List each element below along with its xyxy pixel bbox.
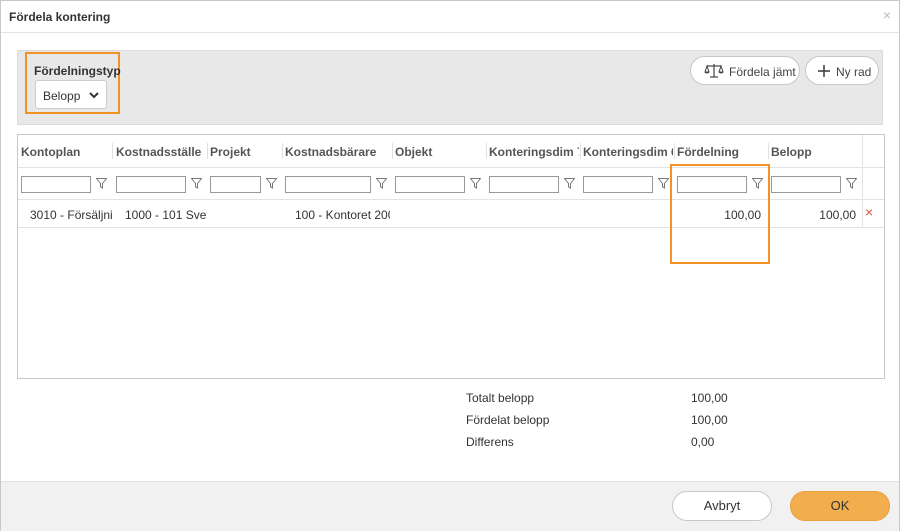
filter-icon[interactable] [376,178,387,189]
dialog-titlebar: Fördela kontering × [1,1,899,33]
column-divider [486,143,487,159]
fordelningstyp-select[interactable]: Belopp [35,80,107,109]
filter-icon[interactable] [658,178,669,189]
fordelningstyp-highlight: Fördelningstyp Belopp [25,52,121,114]
cell-kostnadsbarare[interactable]: 100 - Kontoret 200 [295,208,390,222]
action-column-divider [862,135,863,228]
column-divider [768,143,769,159]
cell-kostnadsstalle[interactable]: 1000 - 101 Sven A [125,208,206,222]
fordelning-column-highlight [670,164,770,264]
column-header-belopp[interactable]: Belopp [771,145,859,159]
delete-row-icon[interactable]: × [865,204,873,220]
column-divider [392,143,393,159]
fordelningstyp-value: Belopp [43,89,81,103]
filter-icon[interactable] [470,178,481,189]
dialog-footer: Avbryt OK [1,481,899,531]
column-divider [580,143,581,159]
cancel-button[interactable]: Avbryt [672,491,772,521]
toolbar: Fördelningstyp Belopp Fördela jämt Ny ra… [17,50,883,125]
fordela-jamt-button[interactable]: Fördela jämt [690,56,800,85]
fordelningstyp-label: Fördelningstyp [34,64,121,78]
summary-difference-value: 0,00 [691,435,715,449]
fordela-jamt-label: Fördela jämt [729,65,796,79]
filter-input-konteringsdim-6[interactable] [583,176,653,193]
fordela-kontering-dialog: Fördela kontering × Fördelningstyp Belop… [0,0,900,531]
filter-input-kostnadsbarare[interactable] [285,176,371,193]
chevron-down-icon [89,92,99,99]
filter-icon[interactable] [191,178,202,189]
column-header-konteringsdim-7[interactable]: Konteringsdim 7 [489,145,579,159]
column-divider [112,143,113,159]
filter-icon[interactable] [846,178,857,189]
cell-kontoplan[interactable]: 3010 - Försäljning [30,208,112,222]
plus-icon [818,65,830,77]
filter-input-kontoplan[interactable] [21,176,91,193]
column-header-objekt[interactable]: Objekt [395,145,483,159]
summary-distributed-label: Fördelat belopp [466,413,550,427]
filter-icon[interactable] [266,178,277,189]
ny-rad-label: Ny rad [836,65,872,79]
summary-total-label: Totalt belopp [466,391,535,405]
filter-input-projekt[interactable] [210,176,261,193]
filter-input-kostnadsstalle[interactable] [116,176,186,193]
cell-belopp[interactable]: 100,00 [771,208,856,222]
summary-difference-label: Differens [466,435,514,449]
filter-input-objekt[interactable] [395,176,465,193]
summary-distributed-value: 100,00 [691,413,728,427]
ny-rad-button[interactable]: Ny rad [805,56,879,85]
column-divider [282,143,283,159]
column-header-konteringsdim-6[interactable]: Konteringsdim 6 [583,145,673,159]
summary-total-value: 100,00 [691,391,728,405]
column-divider [207,143,208,159]
column-header-kostnadsbarare[interactable]: Kostnadsbärare [285,145,390,159]
dialog-title: Fördela kontering [9,10,111,24]
column-header-kostnadsstalle[interactable]: Kostnadsställe [116,145,204,159]
filter-icon[interactable] [564,178,575,189]
column-divider [674,143,675,159]
column-header-fordelning[interactable]: Fördelning [677,145,765,159]
filter-input-konteringsdim-7[interactable] [489,176,559,193]
close-icon[interactable]: × [883,7,891,23]
scale-icon [704,64,724,78]
ok-button[interactable]: OK [790,491,890,521]
column-header-kontoplan[interactable]: Kontoplan [21,145,109,159]
filter-input-belopp[interactable] [771,176,841,193]
dialog-body: Fördelningstyp Belopp Fördela jämt Ny ra… [1,34,899,481]
column-header-projekt[interactable]: Projekt [210,145,280,159]
filter-icon[interactable] [96,178,107,189]
